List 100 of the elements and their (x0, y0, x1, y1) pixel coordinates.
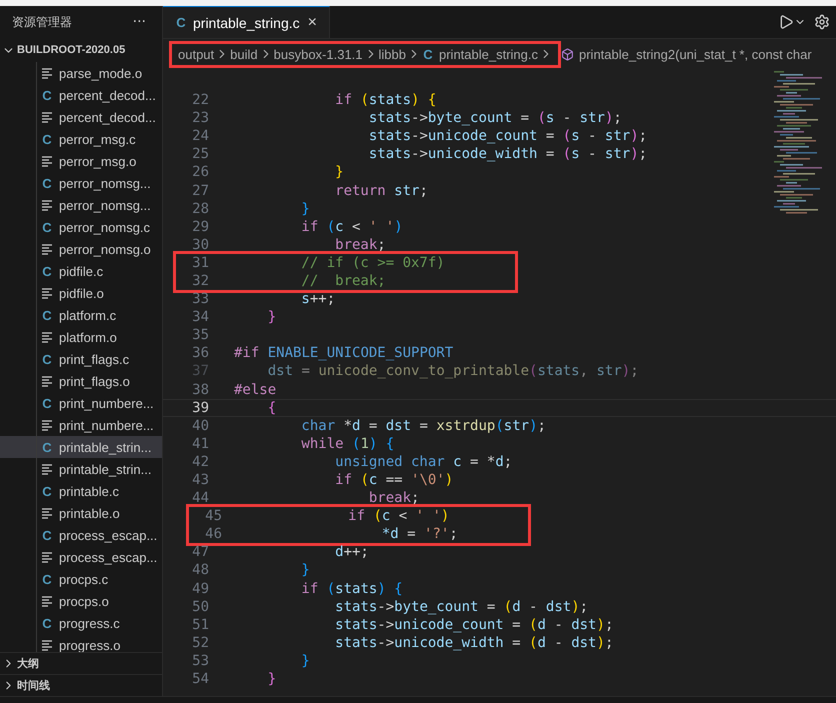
file-item[interactable]: C perror_msg.c (0, 128, 162, 150)
file-item[interactable]: C percent_decod... (0, 84, 162, 106)
code-line: if (c < ' ') (347, 508, 450, 524)
line-number: 40 (191, 418, 210, 434)
code-line: while (1) { (300, 436, 394, 452)
text-file-icon (41, 199, 53, 211)
close-button[interactable]: × (306, 14, 319, 30)
code-line: // break; (300, 272, 386, 289)
text-file-icon (41, 507, 53, 519)
file-item[interactable]: platform.o (0, 326, 162, 348)
line-number: 24 (191, 128, 210, 144)
code-line: stats->byte_count = (d - dst); (334, 598, 588, 615)
line-number: 29 (191, 218, 210, 235)
file-item[interactable]: C print_flags.c (0, 348, 162, 370)
file-item[interactable]: progress.o (0, 634, 162, 652)
c-file-icon: C (41, 308, 53, 322)
line-number: 41 (191, 436, 210, 452)
code-line: if (c < ' ') (300, 218, 403, 235)
sidebar-title: 资源管理器 (12, 14, 72, 30)
text-file-icon (41, 639, 53, 651)
c-file-icon: C (41, 572, 53, 586)
file-item[interactable]: C progress.c (0, 612, 162, 634)
breadcrumb-item[interactable]: libbb (378, 46, 406, 62)
file-item[interactable]: perror_nomsg.o (0, 238, 162, 260)
breadcrumb-item[interactable]: output (178, 46, 214, 62)
line-number: 44 (191, 490, 210, 506)
breadcrumb-item[interactable]: busybox-1.31.1 (274, 46, 363, 62)
c-file-icon: C (41, 132, 53, 146)
file-item[interactable]: perror_msg.o (0, 150, 162, 172)
text-file-icon (41, 331, 53, 343)
code-line: } (334, 164, 344, 180)
code-line: #if ENABLE_UNICODE_SUPPORT (234, 345, 454, 362)
line-number: 42 (191, 454, 210, 470)
file-item[interactable]: process_escap... (0, 546, 162, 568)
text-file-icon (41, 595, 53, 607)
text-file-icon (41, 287, 53, 299)
file-item[interactable]: C pidfile.c (0, 260, 162, 282)
code-line: stats->unicode_width = (d - dst); (334, 634, 614, 651)
code-line: *d = '?'; (380, 526, 458, 542)
run-button[interactable] (778, 14, 806, 30)
c-file-icon: C (41, 396, 53, 410)
code-line: stats->byte_count = (s - str); (368, 110, 622, 126)
line-number: 36 (191, 345, 210, 362)
file-item[interactable]: printable.o (0, 502, 162, 524)
text-file-icon (41, 155, 53, 167)
line-number: 54 (191, 671, 210, 688)
breadcrumb-item[interactable]: C printable_string.c (422, 46, 538, 62)
file-item[interactable]: C printable_strin... (0, 436, 162, 458)
more-button[interactable]: ··· (130, 14, 148, 30)
file-item[interactable]: C print_numbere... (0, 392, 162, 414)
code-line: } (266, 671, 276, 688)
file-item[interactable]: pidfile.o (0, 282, 162, 304)
c-file-icon: C (41, 176, 53, 190)
line-number: 45 (204, 508, 223, 524)
line-number: 34 (191, 309, 210, 326)
file-item[interactable]: perror_nomsg... (0, 194, 162, 216)
line-number: 27 (191, 182, 210, 199)
file-item[interactable]: printable_strin... (0, 458, 162, 480)
play-icon (778, 14, 794, 30)
file-item[interactable]: C printable.c (0, 480, 162, 502)
file-item[interactable]: parse_mode.o (0, 62, 162, 84)
text-file-icon (41, 419, 53, 431)
c-file-icon: C (41, 528, 53, 542)
code-line: } (300, 562, 310, 578)
file-item[interactable]: print_flags.o (0, 370, 162, 392)
code-line: return str; (334, 182, 428, 199)
text-file-icon (41, 551, 53, 563)
line-number: 25 (191, 146, 210, 162)
file-item[interactable]: C process_escap... (0, 524, 162, 546)
line-number: 39 (191, 400, 210, 416)
file-item[interactable]: C perror_nomsg... (0, 172, 162, 194)
line-number: 46 (204, 526, 223, 542)
line-number: 22 (191, 92, 210, 108)
c-file-icon: C (41, 352, 53, 366)
editor-tab[interactable]: C printable_string.c × (163, 6, 330, 38)
line-number: 51 (191, 616, 210, 633)
text-file-icon (41, 67, 53, 79)
file-item[interactable]: procps.o (0, 590, 162, 612)
text-file-icon (41, 375, 53, 387)
file-item[interactable]: C procps.c (0, 568, 162, 590)
file-item[interactable]: C perror_nomsg.c (0, 216, 162, 238)
code-line: unsigned char c = *d; (334, 454, 512, 470)
code-line: s++; (300, 291, 336, 308)
file-item[interactable]: C platform.c (0, 304, 162, 326)
file-item[interactable]: percent_decod... (0, 106, 162, 128)
line-number: 50 (191, 598, 210, 615)
c-file-icon: C (41, 616, 53, 630)
c-file-icon: C (41, 88, 53, 102)
settings-button[interactable] (814, 14, 830, 30)
code-line: stats->unicode_count = (d - dst); (334, 616, 614, 633)
file-item[interactable]: print_numbere... (0, 414, 162, 436)
code-line: { (266, 400, 276, 416)
folder-header[interactable]: BUILDROOT-2020.05 (0, 38, 162, 62)
line-number: 35 (191, 327, 210, 344)
breadcrumb-item[interactable]: build (230, 46, 258, 62)
breadcrumb-item[interactable]: printable_string2(uni_stat_t *, const char (561, 46, 812, 62)
code-line: dst = unicode_conv_to_printable(stats, str); (266, 363, 639, 380)
line-number: 26 (191, 164, 210, 180)
code-line: break; (368, 490, 420, 506)
line-number: 49 (191, 580, 210, 597)
